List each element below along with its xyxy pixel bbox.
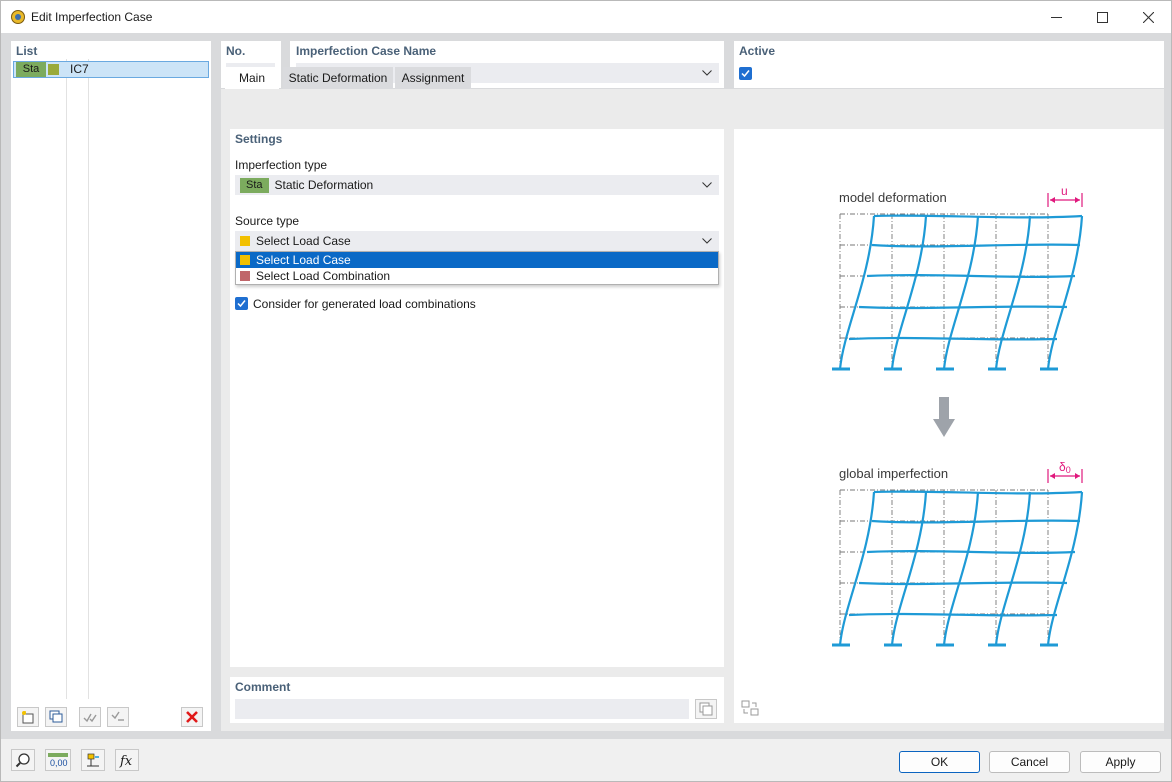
imperfection-type-badge: Sta xyxy=(240,178,269,193)
list-item-badge: Sta xyxy=(16,62,46,77)
name-label: Imperfection Case Name xyxy=(296,44,437,58)
uncheck-all-icon[interactable] xyxy=(107,707,129,727)
chevron-down-icon xyxy=(701,231,713,251)
active-checkbox[interactable] xyxy=(739,67,752,80)
structure-display-icon[interactable] xyxy=(81,749,105,771)
imperfection-type-value: Static Deformation xyxy=(274,178,374,192)
chevron-down-icon xyxy=(701,63,713,83)
list-header: List xyxy=(16,44,38,58)
app-icon xyxy=(11,10,25,24)
comment-panel: Comment xyxy=(230,677,724,723)
source-type-value: Select Load Case xyxy=(256,234,351,248)
diagram-panel: model deformation u global imperfection … xyxy=(734,129,1164,723)
arrow-down-icon xyxy=(933,397,955,437)
dropdown-option-load-case[interactable]: Select Load Case xyxy=(236,252,718,268)
list-item-name: IC7 xyxy=(70,62,89,76)
source-type-combobox[interactable]: Select Load Case xyxy=(235,231,719,251)
new-item-icon[interactable] xyxy=(17,707,39,727)
settings-panel: Settings Imperfection type Sta Static Def… xyxy=(230,129,724,667)
svg-text:0,00: 0,00 xyxy=(50,758,68,768)
active-label: Active xyxy=(739,44,776,58)
number-label: No. xyxy=(226,44,246,58)
consider-checkbox[interactable] xyxy=(235,297,248,310)
dropdown-option-load-combination[interactable]: Select Load Combination xyxy=(236,268,718,284)
comment-library-icon[interactable] xyxy=(695,699,717,719)
copy-item-icon[interactable] xyxy=(45,707,67,727)
option-label: Select Load Combination xyxy=(256,269,391,283)
search-icon[interactable] xyxy=(11,749,35,771)
maximize-icon[interactable] xyxy=(1079,1,1125,33)
imperfection-type-label: Imperfection type xyxy=(235,158,328,172)
settings-header: Settings xyxy=(235,132,283,146)
deformed-frame-top xyxy=(838,214,1084,370)
list-item[interactable]: Sta IC7 xyxy=(13,61,209,78)
chevron-down-icon xyxy=(701,175,713,195)
close-icon[interactable] xyxy=(1125,1,1171,33)
tab-main[interactable]: Main xyxy=(225,67,279,89)
source-type-swatch xyxy=(240,236,250,246)
check-icon xyxy=(741,70,750,78)
minimize-icon[interactable] xyxy=(1033,1,1079,33)
delete-icon[interactable] xyxy=(181,707,203,727)
title-bar: Edit Imperfection Case xyxy=(1,1,1171,33)
apply-button[interactable]: Apply xyxy=(1080,751,1161,773)
tab-static-deformation[interactable]: Static Deformation xyxy=(283,67,393,89)
list-item-swatch xyxy=(48,64,59,75)
top-label: model deformation xyxy=(839,190,947,205)
comment-label: Comment xyxy=(235,680,291,694)
svg-text:fx: fx xyxy=(119,754,133,768)
dialog-window: Edit Imperfection Case List Sta IC7 No. … xyxy=(0,0,1172,782)
imperfection-diagram: model deformation u global imperfection … xyxy=(832,184,1084,647)
option-label: Select Load Case xyxy=(256,253,351,267)
bottom-label: global imperfection xyxy=(839,466,948,481)
tab-assignment[interactable]: Assignment xyxy=(395,67,471,89)
list-panel: List Sta IC7 xyxy=(11,41,211,731)
active-panel: Active xyxy=(734,41,1164,88)
imperfection-type-combobox[interactable]: Sta Static Deformation xyxy=(235,175,719,195)
deformed-frame-bottom xyxy=(838,490,1084,646)
check-icon xyxy=(237,300,246,308)
u-symbol: u xyxy=(1061,184,1068,198)
swap-view-icon[interactable] xyxy=(739,698,761,718)
option-swatch xyxy=(240,271,250,281)
formula-icon[interactable]: fx xyxy=(115,749,139,771)
comment-field[interactable] xyxy=(235,699,689,719)
source-type-dropdown-list: Select Load Case Select Load Combination xyxy=(235,251,719,285)
delta0-symbol: δ0 xyxy=(1059,460,1071,475)
option-swatch xyxy=(240,255,250,265)
consider-label: Consider for generated load combinations xyxy=(253,297,476,311)
units-icon[interactable]: 0,00 xyxy=(45,749,71,771)
window-title: Edit Imperfection Case xyxy=(31,10,153,24)
ok-button[interactable]: OK xyxy=(899,751,980,773)
check-all-icon[interactable] xyxy=(79,707,101,727)
source-type-label: Source type xyxy=(235,214,300,228)
cancel-button[interactable]: Cancel xyxy=(989,751,1070,773)
